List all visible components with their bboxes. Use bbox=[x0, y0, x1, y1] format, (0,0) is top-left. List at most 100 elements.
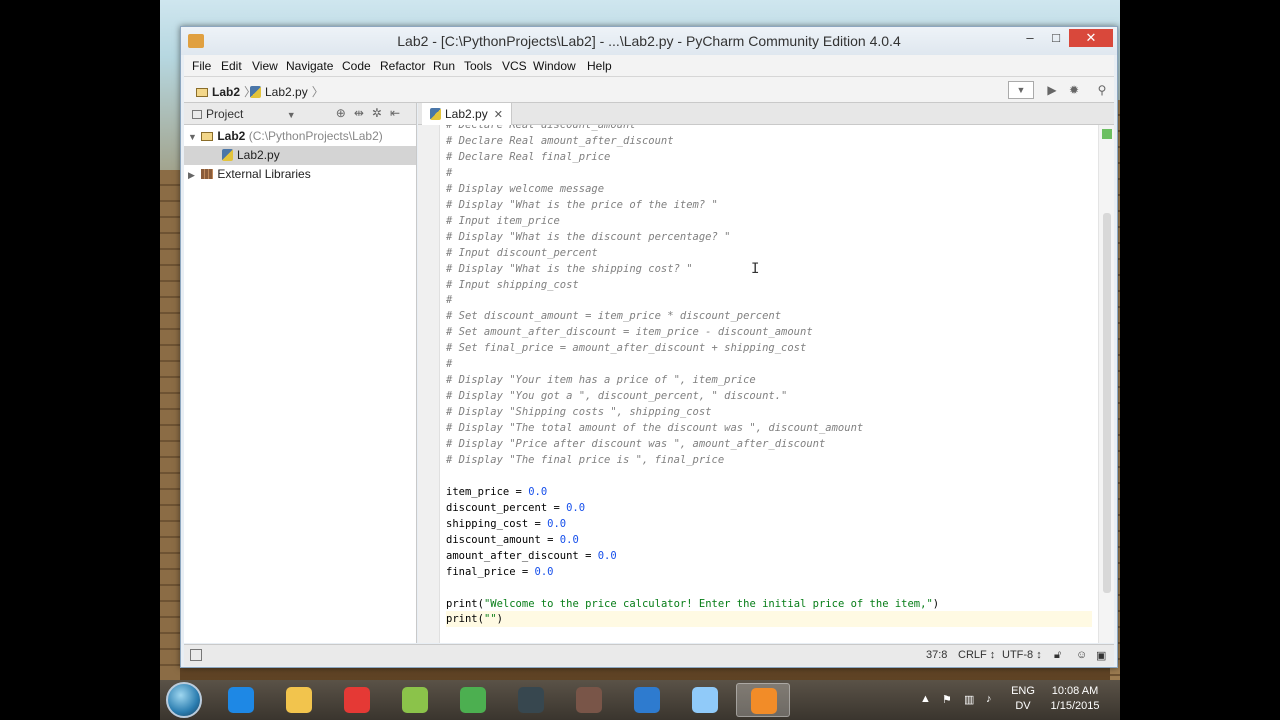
menu-run[interactable]: Run bbox=[433, 59, 455, 73]
code-line[interactable]: # Display "You got a ", discount_percent… bbox=[446, 388, 787, 404]
volume-icon[interactable]: ♪ bbox=[986, 693, 992, 705]
menu-code[interactable]: Code bbox=[342, 59, 371, 73]
code-line[interactable]: # Display welcome message bbox=[446, 181, 604, 197]
minimize-button[interactable]: – bbox=[1017, 29, 1043, 47]
line-separator[interactable]: CRLF ↕ bbox=[958, 649, 995, 661]
code-line[interactable]: # Display "What is the shipping cost? " bbox=[446, 261, 693, 277]
project-panel-tools[interactable]: ⊕⇹✲⇤ bbox=[336, 106, 408, 120]
file-encoding[interactable]: UTF-8 ↕ bbox=[1002, 649, 1042, 661]
code-text: # Set final_price = amount_after_discoun… bbox=[446, 342, 807, 355]
title-bar[interactable]: Lab2 - [C:\PythonProjects\Lab2] - ...\La… bbox=[181, 27, 1117, 55]
code-line[interactable]: shipping_cost = 0.0 bbox=[446, 516, 566, 532]
debug-icon[interactable]: ✹ bbox=[1064, 81, 1084, 99]
code-line[interactable]: # Input shipping_cost bbox=[446, 277, 579, 293]
code-line[interactable]: # Display "Shipping costs ", shipping_co… bbox=[446, 404, 712, 420]
tab-label: Lab2.py bbox=[445, 107, 488, 121]
menu-tools[interactable]: Tools bbox=[464, 59, 492, 73]
taskbar-button-outlook[interactable] bbox=[678, 683, 732, 717]
caret-position[interactable]: 37:8 bbox=[926, 649, 947, 661]
editor-gutter[interactable] bbox=[418, 125, 440, 643]
taskbar-button-pycharm-taskbar[interactable] bbox=[736, 683, 790, 717]
scrollbar-thumb[interactable] bbox=[1103, 213, 1111, 593]
menu-vcs[interactable]: VCS bbox=[502, 59, 527, 73]
code-line[interactable]: print("Welcome to the price calculator! … bbox=[446, 596, 939, 612]
action-center-icon[interactable]: ⚑ bbox=[942, 693, 952, 706]
lock-icon[interactable]: 🔓︎ bbox=[1054, 649, 1061, 662]
code-line[interactable]: # Declare Real amount_after_discount bbox=[446, 133, 674, 149]
menu-window[interactable]: Window bbox=[533, 59, 576, 73]
maximize-button[interactable]: □ bbox=[1043, 29, 1069, 47]
code-line[interactable]: print("") bbox=[446, 611, 1092, 628]
tab-lab2-py[interactable]: Lab2.py ✕ bbox=[422, 103, 512, 125]
menu-view[interactable]: View bbox=[252, 59, 278, 73]
code-line[interactable]: # Set amount_after_discount = item_price… bbox=[446, 324, 813, 340]
taskbar-button-remote-desktop[interactable] bbox=[620, 683, 674, 717]
code-line[interactable]: amount_after_discount = 0.0 bbox=[446, 548, 617, 564]
collapse-arrow-icon[interactable]: ▶ bbox=[188, 166, 198, 185]
menu-navigate[interactable]: Navigate bbox=[286, 59, 333, 73]
taskbar-button-command-prompt[interactable] bbox=[504, 683, 558, 717]
tree-item-project-root[interactable]: ▼ Lab2 (C:\PythonProjects\Lab2) bbox=[184, 127, 416, 146]
wallpaper-building-left bbox=[160, 170, 180, 680]
event-log-icon[interactable]: ▣ bbox=[1096, 649, 1106, 662]
code-text: # Input item_price bbox=[446, 214, 560, 227]
network-icon[interactable]: ▥ bbox=[964, 693, 974, 706]
code-line[interactable]: # Declare Real final_price bbox=[446, 149, 610, 165]
code-line[interactable]: # Display "What is the discount percenta… bbox=[446, 229, 730, 245]
inspector-icon[interactable]: ☺ bbox=[1076, 649, 1087, 661]
code-line[interactable]: final_price = 0.0 bbox=[446, 564, 553, 580]
tab-close-icon[interactable]: ✕ bbox=[494, 109, 503, 121]
start-button[interactable] bbox=[166, 682, 202, 718]
editor-scrollbar[interactable] bbox=[1098, 125, 1114, 643]
code-line[interactable]: # Display "What is the price of the item… bbox=[446, 197, 718, 213]
clock[interactable]: 10:08 AM 1/15/2015 bbox=[1040, 684, 1110, 714]
code-line[interactable]: # bbox=[446, 292, 452, 308]
taskbar-button-file-explorer[interactable] bbox=[272, 683, 326, 717]
show-hidden-icons-icon[interactable]: ▲ bbox=[920, 693, 931, 705]
code-line[interactable]: # Input discount_percent bbox=[446, 245, 598, 261]
close-button[interactable]: ✕ bbox=[1069, 29, 1113, 47]
menu-edit[interactable]: Edit bbox=[221, 59, 242, 73]
language-indicator[interactable]: ENG DV bbox=[1008, 684, 1038, 714]
command-prompt-icon bbox=[518, 687, 544, 713]
code-line[interactable]: item_price = 0.0 bbox=[446, 484, 547, 500]
code-line[interactable]: discount_percent = 0.0 bbox=[446, 500, 585, 516]
code-line[interactable]: # Display "Price after discount was ", a… bbox=[446, 436, 825, 452]
code-text: shipping_cost = bbox=[446, 517, 548, 530]
project-view-selector[interactable]: Project ▼ bbox=[192, 107, 296, 121]
code-line[interactable]: # Set discount_amount = item_price * dis… bbox=[446, 308, 781, 324]
code-editor[interactable]: # Declare Real discount_amount # Declare … bbox=[446, 125, 1096, 643]
breadcrumb-file[interactable]: Lab2.py 〉 bbox=[250, 83, 328, 100]
code-line[interactable]: # Display "Your item has a price of ", i… bbox=[446, 372, 756, 388]
code-line[interactable]: # bbox=[446, 165, 452, 181]
code-text: discount_amount = bbox=[446, 533, 560, 546]
taskbar-button-media-tool[interactable] bbox=[562, 683, 616, 717]
tree-item-external-libraries[interactable]: ▶ External Libraries bbox=[184, 165, 416, 184]
search-icon[interactable]: ⚲ bbox=[1092, 81, 1112, 99]
expand-arrow-icon[interactable]: ▼ bbox=[188, 128, 198, 147]
code-line[interactable]: # Set final_price = amount_after_discoun… bbox=[446, 340, 806, 356]
taskbar-button-notepad-plus-plus[interactable] bbox=[388, 683, 442, 717]
code-line[interactable]: # Display "The final price is ", final_p… bbox=[446, 452, 724, 468]
language-code: ENG bbox=[1011, 685, 1035, 697]
code-line[interactable]: # Input item_price bbox=[446, 213, 560, 229]
keyboard-layout: DV bbox=[1015, 700, 1031, 712]
code-line[interactable]: discount_amount = 0.0 bbox=[446, 532, 579, 548]
code-line[interactable]: # Declare Real discount_amount bbox=[446, 125, 636, 133]
editor-area: Lab2.py ✕ # Declare Real discount_amount #… bbox=[418, 103, 1114, 643]
taskbar-button-chrome[interactable] bbox=[330, 683, 384, 717]
menu-help[interactable]: Help bbox=[587, 59, 612, 73]
run-config-dropdown[interactable]: ▼ bbox=[1008, 81, 1034, 99]
code-line[interactable]: # Display "The total amount of the disco… bbox=[446, 420, 863, 436]
menu-refactor[interactable]: Refactor bbox=[380, 59, 425, 73]
code-text: # bbox=[446, 294, 453, 307]
tool-windows-toggle-icon[interactable] bbox=[190, 649, 202, 661]
taskbar-button-android-studio[interactable] bbox=[446, 683, 500, 717]
taskbar-button-internet-explorer[interactable] bbox=[214, 683, 268, 717]
tree-item-lab2-py[interactable]: Lab2.py bbox=[184, 146, 416, 165]
code-line[interactable]: # bbox=[446, 356, 452, 372]
run-icon[interactable]: ▶ bbox=[1042, 81, 1062, 99]
string-literal: "" bbox=[483, 613, 497, 626]
menu-file[interactable]: File bbox=[192, 59, 211, 73]
breadcrumb-separator-icon: 〉 bbox=[311, 85, 324, 99]
